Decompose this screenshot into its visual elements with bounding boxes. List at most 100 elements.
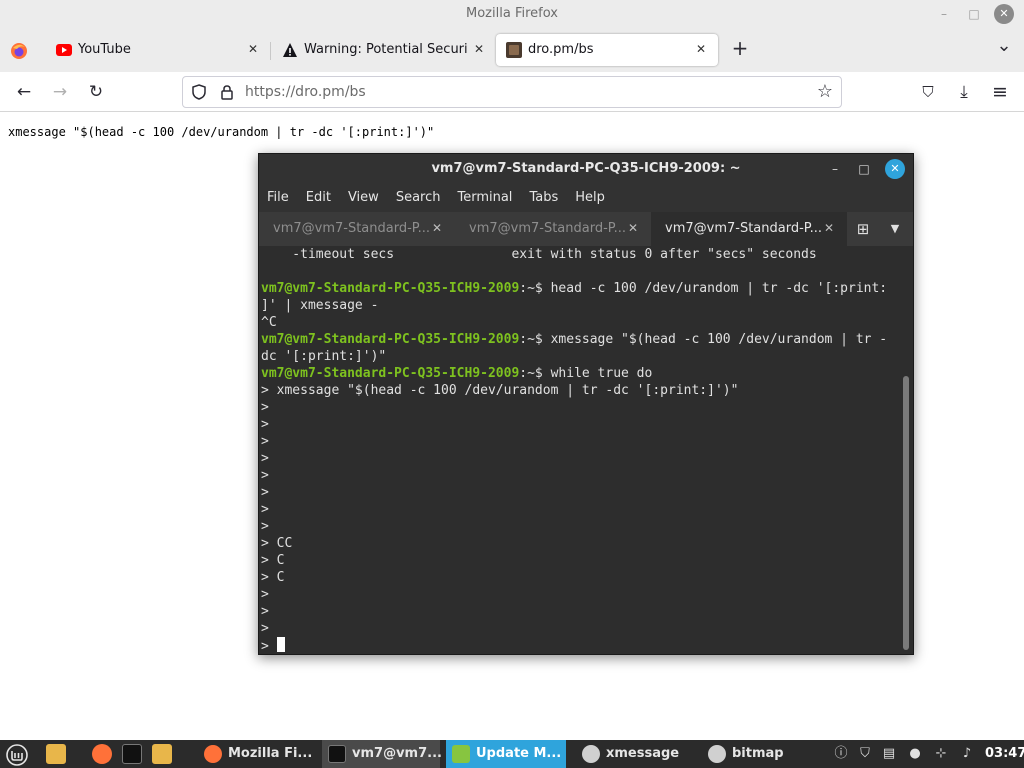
terminal-text: > <box>261 604 269 619</box>
navigation-toolbar: ← → ↻ https://dro.pm/bs ☆ ⛉ ⤓ ≡ <box>0 72 1024 112</box>
menu-edit[interactable]: Edit <box>306 184 339 212</box>
terminal-tab-3[interactable]: vm7@vm7-Standard-P... ✕ <box>651 212 847 246</box>
folder-icon[interactable] <box>152 744 172 764</box>
prompt-host: vm7@vm7-Standard-PC-Q35-ICH9-2009 <box>261 366 520 381</box>
terminal-text: > xmessage "$(head -c 100 /dev/urandom |… <box>261 383 739 398</box>
terminal-new-tab-button[interactable]: ⊞ <box>853 220 873 240</box>
taskbar-item-bitmap[interactable]: bitmap <box>702 740 812 768</box>
terminal-tab-1[interactable]: vm7@vm7-Standard-P... ✕ <box>259 212 455 246</box>
network-icon[interactable]: ⊹ <box>932 745 950 763</box>
taskbar-item-label: xmessage <box>606 746 680 761</box>
back-button[interactable]: ← <box>12 80 36 104</box>
downloads-icon[interactable]: ⤓ <box>952 80 976 104</box>
new-tab-button[interactable]: + <box>728 36 752 60</box>
tab-warning[interactable]: Warning: Potential Security ✕ <box>272 34 494 66</box>
terminal-line: > xmessage "$(head -c 100 /dev/urandom |… <box>261 382 901 399</box>
terminal-text: dc '[:print:]')" <box>261 349 387 364</box>
volume-icon[interactable]: ♪ <box>958 745 976 763</box>
firefox-launcher-icon[interactable] <box>92 744 112 764</box>
mint-menu-icon[interactable] <box>6 744 28 766</box>
close-icon[interactable]: ✕ <box>470 40 488 58</box>
taskbar-item-label: Mozilla Fi... <box>228 746 313 761</box>
maximize-button[interactable]: □ <box>966 6 982 22</box>
tab-separator <box>270 42 271 60</box>
pocket-icon[interactable]: ⛉ <box>916 80 940 104</box>
info-icon[interactable]: ⓘ <box>832 745 850 763</box>
terminal-input-line[interactable]: > <box>261 637 901 654</box>
menu-file[interactable]: File <box>267 184 297 212</box>
terminal-text: > C <box>261 553 285 568</box>
taskbar-item-label: vm7@vm7... <box>352 746 442 761</box>
terminal-line: > <box>261 501 901 518</box>
menu-terminal[interactable]: Terminal <box>457 184 520 212</box>
terminal-text: -timeout secs exit with status 0 after "… <box>261 247 817 262</box>
terminal-tabbar: vm7@vm7-Standard-P... ✕ vm7@vm7-Standard… <box>259 212 913 246</box>
terminal-line: > C <box>261 569 901 586</box>
forward-button[interactable]: → <box>48 80 72 104</box>
url-path: /bs <box>344 84 366 100</box>
shield-icon <box>452 745 470 763</box>
terminal-scrollbar[interactable] <box>903 376 909 650</box>
terminal-line: > <box>261 586 901 603</box>
terminal-output[interactable]: -timeout secs exit with status 0 after "… <box>261 246 901 654</box>
menu-tabs[interactable]: Tabs <box>529 184 566 212</box>
terminal-minimize-button[interactable]: – <box>827 161 843 177</box>
terminal-tab-label: vm7@vm7-Standard-P... <box>469 221 626 236</box>
menu-view[interactable]: View <box>348 184 387 212</box>
reload-button[interactable]: ↻ <box>84 80 108 104</box>
terminal-titlebar[interactable]: vm7@vm7-Standard-PC-Q35-ICH9-2009: ~ – □… <box>259 154 913 184</box>
terminal-close-button[interactable]: ✕ <box>885 159 905 179</box>
files-icon[interactable] <box>46 744 66 764</box>
terminal-line: -timeout secs exit with status 0 after "… <box>261 246 901 263</box>
bookmark-star-icon[interactable]: ☆ <box>813 80 837 104</box>
terminal-line: ]' | xmessage - <box>261 297 901 314</box>
app-menu-icon[interactable]: ≡ <box>988 80 1012 104</box>
tab-list-button[interactable]: ⌄ <box>992 34 1016 58</box>
clipboard-icon[interactable]: ▤ <box>880 745 898 763</box>
terminal-line: > <box>261 399 901 416</box>
terminal-text: > <box>261 417 269 432</box>
close-icon[interactable]: ✕ <box>625 220 641 236</box>
terminal-maximize-button[interactable]: □ <box>856 161 872 177</box>
terminal-tab-2[interactable]: vm7@vm7-Standard-P... ✕ <box>455 212 651 246</box>
terminal-text: > CC <box>261 536 293 551</box>
terminal-title: vm7@vm7-Standard-PC-Q35-ICH9-2009: ~ <box>431 161 741 176</box>
taskbar-item-terminal[interactable]: vm7@vm7... <box>322 740 442 768</box>
firefox-titlebar: Mozilla Firefox – □ ✕ <box>0 0 1024 28</box>
taskbar: Mozilla Fi... vm7@vm7... Update M... xme… <box>0 740 1024 768</box>
minimize-button[interactable]: – <box>936 6 952 22</box>
terminal-text: > <box>261 519 269 534</box>
terminal-text: > <box>261 621 269 636</box>
close-icon[interactable]: ✕ <box>244 40 262 58</box>
tab-youtube[interactable]: YouTube ✕ <box>46 34 268 66</box>
terminal-text: > <box>261 400 269 415</box>
terminal-launcher-icon[interactable] <box>122 744 142 764</box>
terminal-line: > <box>261 433 901 450</box>
menu-help[interactable]: Help <box>575 184 613 212</box>
page-favicon <box>506 42 522 58</box>
close-icon[interactable]: ✕ <box>692 40 710 58</box>
close-window-button[interactable]: ✕ <box>994 4 1014 24</box>
firefox-icon[interactable] <box>10 42 28 60</box>
lock-icon[interactable] <box>219 84 235 100</box>
terminal-line: > <box>261 518 901 535</box>
taskbar-item-xmessage[interactable]: xmessage <box>576 740 692 768</box>
shield-icon[interactable] <box>191 84 207 100</box>
tab-label: dro.pm/bs <box>528 42 594 57</box>
url-text[interactable]: https://dro.pm/bs <box>245 84 366 100</box>
tab-dro-pm[interactable]: dro.pm/bs ✕ <box>496 34 718 66</box>
window-title: Mozilla Firefox <box>466 6 558 21</box>
terminal-text: > <box>261 502 269 517</box>
user-icon[interactable]: ● <box>906 745 924 763</box>
menu-search[interactable]: Search <box>396 184 449 212</box>
taskbar-item-label: Update M... <box>476 746 562 761</box>
terminal-tab-menu-button[interactable]: ▼ <box>887 221 903 237</box>
close-icon[interactable]: ✕ <box>821 220 837 236</box>
terminal-line: ^C <box>261 314 901 331</box>
taskbar-item-firefox[interactable]: Mozilla Fi... <box>198 740 316 768</box>
taskbar-item-update-manager[interactable]: Update M... <box>446 740 566 768</box>
close-icon[interactable]: ✕ <box>429 220 445 236</box>
url-bar[interactable]: https://dro.pm/bs ☆ <box>182 76 842 108</box>
shield-tray-icon[interactable]: ⛉ <box>856 745 874 763</box>
